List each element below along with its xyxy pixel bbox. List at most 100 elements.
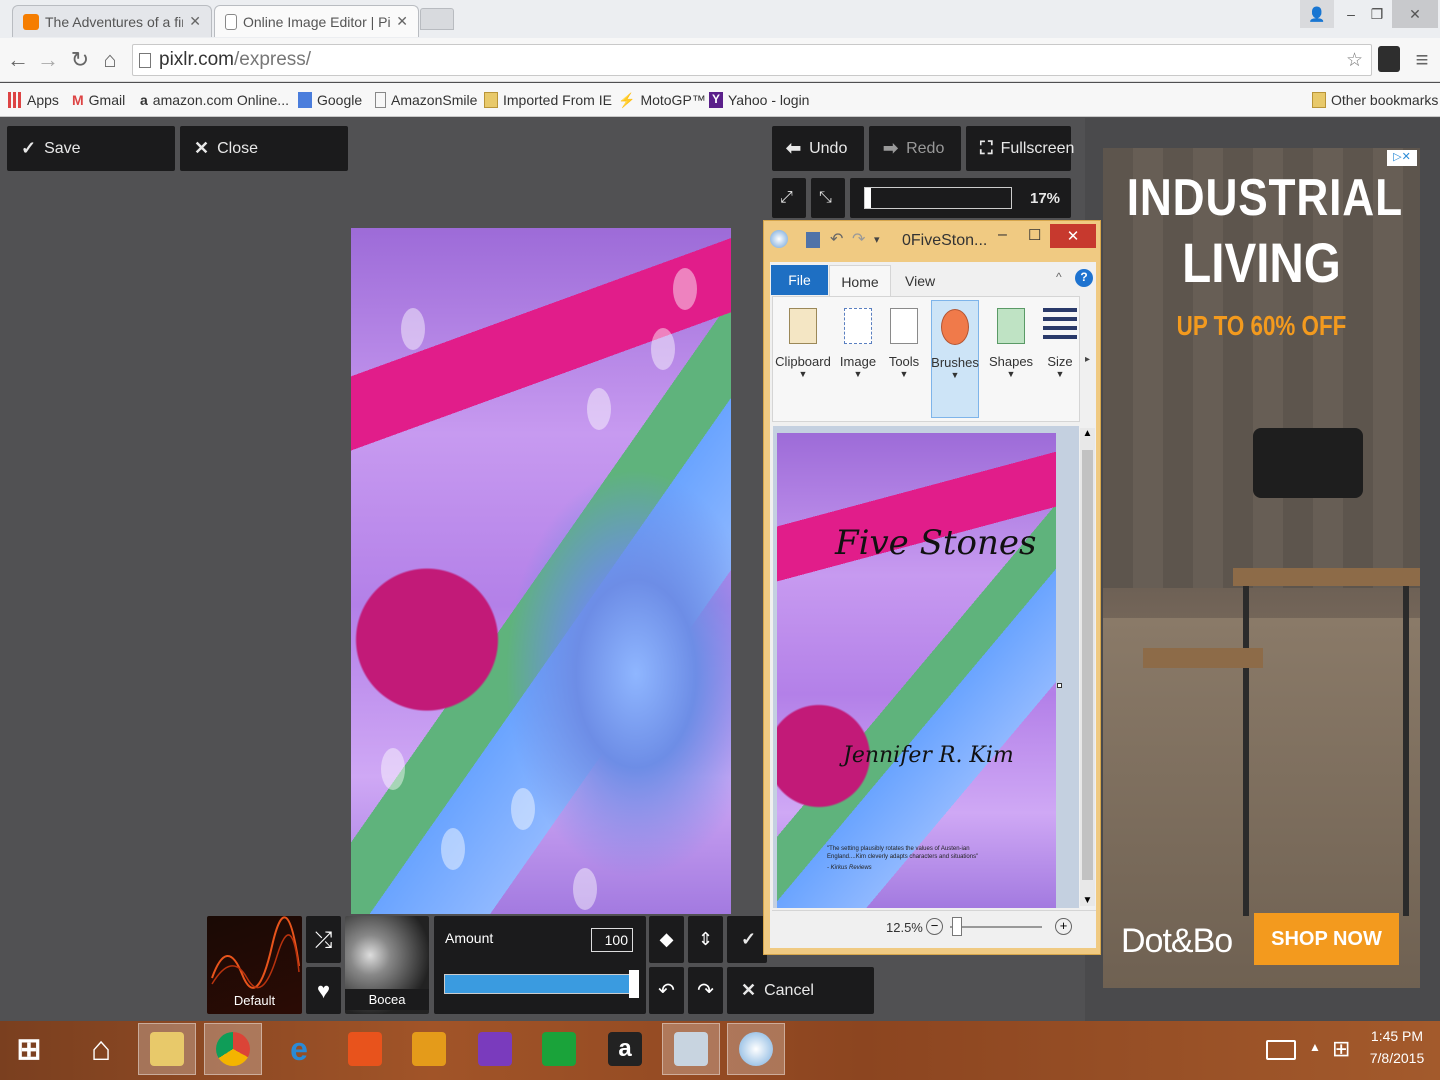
save-icon[interactable] bbox=[806, 232, 820, 248]
paint-maximize-button[interactable]: ☐ bbox=[1028, 226, 1041, 244]
rotate-right-button[interactable]: ↷ bbox=[688, 967, 723, 1014]
filter-default-thumb[interactable]: Default bbox=[207, 916, 302, 1014]
redo-button[interactable]: ➡ Redo bbox=[869, 126, 961, 171]
menu-icon[interactable]: ≡ bbox=[1408, 46, 1436, 74]
zoom-fit-button[interactable]: ⤢ bbox=[772, 178, 806, 218]
reload-icon[interactable]: ↻ bbox=[66, 46, 94, 74]
ribbon-image[interactable]: Image ▼ bbox=[835, 300, 881, 418]
bookmark-amazon[interactable]: a amazon.com Online... bbox=[140, 90, 289, 110]
taskbar-app-notes[interactable] bbox=[400, 1023, 458, 1075]
taskbar-app-music[interactable] bbox=[466, 1023, 524, 1075]
bookmark-apps[interactable]: Apps bbox=[8, 90, 59, 110]
taskbar-explorer[interactable] bbox=[138, 1023, 196, 1075]
cancel-button[interactable]: ✕ Cancel bbox=[727, 967, 874, 1014]
undo-button[interactable]: ⬅ Undo bbox=[772, 126, 864, 171]
scroll-up-icon[interactable]: ▲ bbox=[1080, 428, 1095, 439]
quick-access-dropdown-icon[interactable]: ▾ bbox=[874, 233, 880, 246]
taskbar-paint[interactable] bbox=[727, 1023, 785, 1075]
advertisement[interactable]: INDUSTRIAL LIVING UP TO 60% OFF Dot&Bo S… bbox=[1103, 148, 1420, 988]
apply-button[interactable]: ✓A bbox=[727, 916, 775, 963]
back-icon[interactable]: ← bbox=[4, 46, 32, 74]
home-icon[interactable]: ⌂ bbox=[96, 46, 124, 74]
vertical-scrollbar[interactable]: ▲ ▼ bbox=[1080, 428, 1095, 906]
filter-bocea-thumb[interactable]: Bocea bbox=[345, 916, 429, 1014]
taskbar-ie[interactable]: e bbox=[270, 1023, 328, 1075]
restore-button[interactable]: ❐ bbox=[1360, 0, 1394, 28]
bookmark-gmail[interactable]: M Gmail bbox=[72, 90, 125, 110]
tab-pixlr[interactable]: Online Image Editor | Pixlr ✕ bbox=[214, 5, 419, 37]
tab-home[interactable]: Home bbox=[829, 265, 891, 297]
paint-canvas-image[interactable]: Five Stones Jennifer R. Kim "The setting… bbox=[777, 433, 1056, 908]
save-button[interactable]: ✓ Save bbox=[7, 126, 175, 171]
favorite-button[interactable]: ♥ bbox=[306, 967, 341, 1014]
bookmark-amazonsmile[interactable]: AmazonSmile bbox=[375, 90, 477, 110]
help-icon[interactable]: ? bbox=[1075, 269, 1093, 287]
shapes-icon bbox=[997, 308, 1025, 344]
redo-icon[interactable]: ↷ bbox=[852, 229, 865, 249]
paint-zoom-slider-handle[interactable] bbox=[952, 917, 962, 936]
resize-handle[interactable] bbox=[1057, 683, 1062, 688]
address-bar[interactable]: pixlr.com/express/ ☆ bbox=[132, 44, 1372, 76]
user-icon[interactable]: 👤 bbox=[1300, 0, 1334, 28]
window-close-button[interactable]: ✕ bbox=[1392, 0, 1438, 28]
new-tab-button[interactable] bbox=[420, 8, 454, 30]
shuffle-button[interactable]: ⤮ bbox=[306, 916, 341, 963]
zoom-out-icon[interactable]: − bbox=[926, 918, 943, 935]
dropdown-arrow-icon: ▼ bbox=[950, 370, 960, 380]
other-bookmarks[interactable]: Other bookmarks bbox=[1312, 90, 1438, 110]
zoom-actual-button[interactable]: ⤡ bbox=[811, 178, 845, 218]
keyboard-icon[interactable] bbox=[1266, 1040, 1296, 1060]
bookmark-imported[interactable]: Imported From IE bbox=[484, 90, 612, 110]
close-tab-icon[interactable]: ✕ bbox=[396, 13, 408, 30]
ribbon-tools[interactable]: Tools ▼ bbox=[881, 300, 927, 418]
collapse-ribbon-icon[interactable]: ^ bbox=[1056, 270, 1062, 284]
tab-blog[interactable]: The Adventures of a first t ✕ bbox=[12, 5, 212, 37]
taskbar-home[interactable]: ⌂ bbox=[72, 1023, 130, 1075]
paint-close-button[interactable]: ✕ bbox=[1050, 224, 1096, 248]
scrollbar-thumb[interactable] bbox=[1082, 450, 1093, 880]
amount-slider-handle[interactable] bbox=[629, 970, 639, 998]
ad-shop-now-button[interactable]: SHOP NOW bbox=[1254, 913, 1399, 965]
zoom-in-icon[interactable]: + bbox=[1055, 918, 1072, 935]
zoom-slider[interactable] bbox=[864, 187, 1012, 209]
forward-icon[interactable]: → bbox=[34, 46, 62, 74]
paint-zoom-slider[interactable] bbox=[950, 926, 1042, 928]
ie-icon: e bbox=[290, 1030, 308, 1067]
adchoices-icon[interactable]: ▷✕ bbox=[1387, 150, 1417, 166]
taskbar-monitor[interactable] bbox=[662, 1023, 720, 1075]
extension-icon[interactable] bbox=[1378, 46, 1400, 72]
flip-vertical-button[interactable]: ⇕ bbox=[688, 916, 723, 963]
scroll-down-icon[interactable]: ▼ bbox=[1080, 895, 1095, 906]
clock[interactable]: 1:45 PM 7/8/2015 bbox=[1362, 1028, 1432, 1066]
taskbar-amazon[interactable]: a bbox=[596, 1023, 654, 1075]
amount-input[interactable]: 100 bbox=[591, 928, 633, 952]
paint-minimize-button[interactable]: – bbox=[998, 226, 1007, 244]
bookmark-yahoo[interactable]: Y Yahoo - login bbox=[709, 90, 809, 110]
ribbon-brushes[interactable]: Brushes ▼ bbox=[931, 300, 979, 418]
tab-file[interactable]: File bbox=[771, 265, 828, 295]
rotate-left-button[interactable]: ↶ bbox=[649, 967, 684, 1014]
close-tab-icon[interactable]: ✕ bbox=[189, 13, 201, 30]
show-hidden-icons[interactable]: ▲ bbox=[1309, 1040, 1321, 1054]
start-button[interactable]: ⊞ bbox=[0, 1023, 58, 1075]
bookmark-motogp[interactable]: ⚡ MotoGP™ bbox=[618, 90, 706, 110]
ribbon-clipboard[interactable]: Clipboard ▼ bbox=[775, 300, 831, 418]
flip-horizontal-button[interactable]: ◆ bbox=[649, 916, 684, 963]
zoom-slider-handle[interactable] bbox=[865, 188, 871, 208]
bookmark-label: MotoGP™ bbox=[640, 92, 706, 108]
close-button[interactable]: ✕ Close bbox=[180, 126, 348, 171]
ribbon-scroll-right-icon[interactable]: ▸ bbox=[1085, 354, 1090, 365]
bookmark-google[interactable]: Google bbox=[298, 90, 362, 110]
edited-photo[interactable] bbox=[351, 228, 731, 914]
taskbar-store[interactable] bbox=[530, 1023, 588, 1075]
amount-slider[interactable] bbox=[444, 970, 639, 998]
ribbon-size[interactable]: Size ▼ bbox=[1037, 300, 1083, 418]
star-icon[interactable]: ☆ bbox=[1346, 49, 1363, 72]
fullscreen-button[interactable]: ⛶ Fullscreen bbox=[966, 126, 1074, 171]
action-center-icon[interactable]: ⊞ bbox=[1332, 1036, 1350, 1062]
taskbar-app-orange[interactable] bbox=[336, 1023, 394, 1075]
ribbon-shapes[interactable]: Shapes ▼ bbox=[988, 300, 1034, 418]
undo-icon[interactable]: ↶ bbox=[830, 229, 843, 249]
tab-view[interactable]: View bbox=[905, 273, 935, 289]
taskbar-chrome[interactable] bbox=[204, 1023, 262, 1075]
